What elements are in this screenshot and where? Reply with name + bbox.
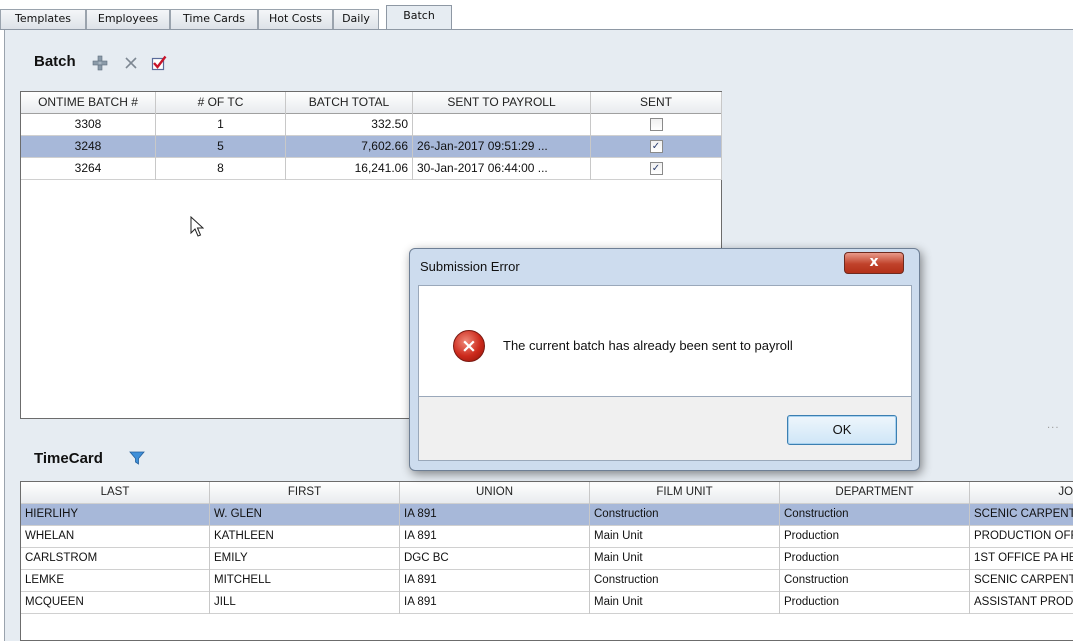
first-name: JILL [210, 592, 400, 614]
first-name: KATHLEEN [210, 526, 400, 548]
department: Construction [780, 570, 970, 592]
timecard-header-row: LAST FIRST UNION FILM UNIT DEPARTMENT JO… [21, 482, 1073, 504]
first-name: MITCHELL [210, 570, 400, 592]
tc-count: 8 [156, 158, 286, 180]
timecard-row[interactable]: CARLSTROM EMILY DGC BC Main Unit Product… [21, 548, 1073, 570]
last-name: WHELAN [21, 526, 210, 548]
batch-row[interactable]: 3308 1 332.50 [21, 114, 722, 136]
dialog-footer: OK [418, 397, 912, 461]
batch-number: 3308 [21, 114, 156, 136]
sent-checkbox[interactable]: ✓ [649, 162, 663, 176]
dialog-body: × The current batch has already been sen… [418, 285, 912, 397]
last-name: LEMKE [21, 570, 210, 592]
tc-count: 1 [156, 114, 286, 136]
film-unit: Construction [590, 504, 780, 526]
column-header-sent[interactable]: SENT [591, 92, 722, 114]
close-icon[interactable] [123, 55, 139, 74]
column-header-last[interactable]: LAST [21, 482, 210, 504]
check-icon[interactable] [151, 55, 167, 74]
column-header-department[interactable]: DEPARTMENT [780, 482, 970, 504]
sent-to-payroll: 30-Jan-2017 06:44:00 ... [413, 158, 591, 180]
batch-row-selected[interactable]: 3248 5 7,602.66 26-Jan-2017 09:51:29 ...… [21, 136, 722, 158]
column-header-job[interactable]: JOB [970, 482, 1073, 504]
column-header-sent-to-payroll[interactable]: SENT TO PAYROLL [413, 92, 591, 114]
union: IA 891 [400, 592, 590, 614]
job: SCENIC CARPENTER [970, 504, 1073, 526]
batch-title: Batch [34, 53, 76, 70]
timecard-row[interactable]: WHELAN KATHLEEN IA 891 Main Unit Product… [21, 526, 1073, 548]
submission-error-dialog: Submission Error x × The current batch h… [409, 248, 920, 471]
film-unit: Main Unit [590, 548, 780, 570]
timecard-row-selected[interactable]: HIERLIHY W. GLEN IA 891 Construction Con… [21, 504, 1073, 526]
last-name: HIERLIHY [21, 504, 210, 526]
sent-cell [591, 114, 722, 136]
union: IA 891 [400, 504, 590, 526]
tc-count: 5 [156, 136, 286, 158]
department: Production [780, 592, 970, 614]
filter-icon[interactable] [129, 450, 145, 469]
tab-hot-costs[interactable]: Hot Costs [258, 9, 333, 29]
mouse-cursor-icon [190, 215, 205, 241]
ok-button[interactable]: OK [787, 415, 897, 445]
column-header-film-unit[interactable]: FILM UNIT [590, 482, 780, 504]
sent-to-payroll [413, 114, 591, 136]
union: IA 891 [400, 570, 590, 592]
union: DGC BC [400, 548, 590, 570]
job: SCENIC CARPENTER [970, 570, 1073, 592]
last-name: MCQUEEN [21, 592, 210, 614]
timecard-row[interactable]: MCQUEEN JILL IA 891 Main Unit Production… [21, 592, 1073, 614]
batch-header-row: ONTIME BATCH # # OF TC BATCH TOTAL SENT … [21, 92, 722, 114]
tab-batch[interactable]: Batch [386, 5, 452, 30]
sent-to-payroll: 26-Jan-2017 09:51:29 ... [413, 136, 591, 158]
timecard-title: TimeCard [34, 450, 103, 467]
error-icon: × [453, 330, 485, 362]
tab-templates[interactable]: Templates [0, 9, 86, 29]
job: ASSISTANT PRODUCTION [970, 592, 1073, 614]
sent-cell: ✓ [591, 158, 722, 180]
timecard-table: LAST FIRST UNION FILM UNIT DEPARTMENT JO… [20, 481, 1073, 641]
union: IA 891 [400, 526, 590, 548]
column-header-union[interactable]: UNION [400, 482, 590, 504]
film-unit: Main Unit [590, 526, 780, 548]
batch-row[interactable]: 3264 8 16,241.06 30-Jan-2017 06:44:00 ..… [21, 158, 722, 180]
batch-total: 7,602.66 [286, 136, 413, 158]
tab-employees[interactable]: Employees [86, 9, 170, 29]
splitter-handle[interactable]: ‧‧‧ [1047, 423, 1060, 434]
first-name: W. GLEN [210, 504, 400, 526]
first-name: EMILY [210, 548, 400, 570]
batch-number: 3264 [21, 158, 156, 180]
job: 1ST OFFICE PA HELPER [970, 548, 1073, 570]
dialog-title: Submission Error [420, 259, 520, 274]
plus-icon[interactable] [92, 55, 108, 74]
department: Construction [780, 504, 970, 526]
sent-checkbox[interactable]: ✓ [649, 140, 663, 154]
sent-cell: ✓ [591, 136, 722, 158]
department: Production [780, 548, 970, 570]
department: Production [780, 526, 970, 548]
last-name: CARLSTROM [21, 548, 210, 570]
column-header-batch[interactable]: ONTIME BATCH # [21, 92, 156, 114]
column-header-total[interactable]: BATCH TOTAL [286, 92, 413, 114]
film-unit: Construction [590, 570, 780, 592]
sent-checkbox[interactable] [649, 118, 663, 132]
column-header-first[interactable]: FIRST [210, 482, 400, 504]
film-unit: Main Unit [590, 592, 780, 614]
dialog-close-button[interactable]: x [844, 252, 904, 274]
tab-time-cards[interactable]: Time Cards [170, 9, 258, 29]
batch-number: 3248 [21, 136, 156, 158]
error-message: The current batch has already been sent … [503, 338, 793, 353]
tab-bar: Templates Employees Time Cards Hot Costs… [0, 0, 1073, 30]
job: PRODUCTION OFFICE [970, 526, 1073, 548]
tab-daily[interactable]: Daily [333, 9, 379, 29]
column-header-tc[interactable]: # OF TC [156, 92, 286, 114]
timecard-row[interactable]: LEMKE MITCHELL IA 891 Construction Const… [21, 570, 1073, 592]
batch-total: 332.50 [286, 114, 413, 136]
batch-total: 16,241.06 [286, 158, 413, 180]
